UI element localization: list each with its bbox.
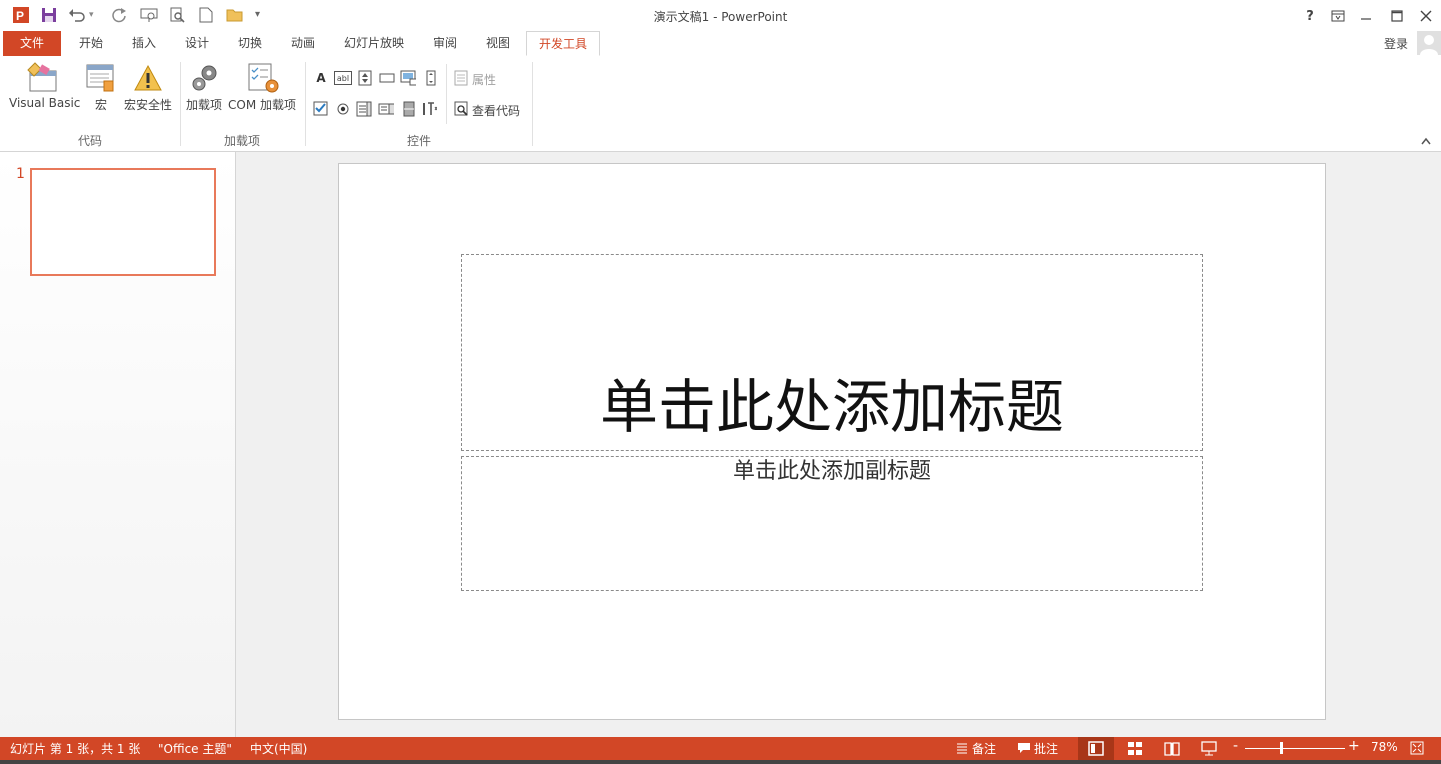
maximize-icon[interactable] bbox=[1385, 5, 1409, 27]
visual-basic-icon bbox=[26, 62, 60, 94]
more-controls-icon[interactable] bbox=[421, 101, 437, 117]
label-control-icon[interactable]: A bbox=[313, 70, 329, 86]
slide-thumbnail-number: 1 bbox=[16, 166, 25, 182]
group-separator bbox=[305, 62, 306, 146]
slide-sorter-view-button[interactable] bbox=[1127, 741, 1143, 760]
group-separator bbox=[532, 62, 533, 146]
properties-icon bbox=[453, 70, 469, 86]
help-icon[interactable]: ? bbox=[1298, 5, 1322, 27]
tab-slideshow[interactable]: 幻灯片放映 bbox=[336, 31, 412, 56]
slideshow-view-button[interactable] bbox=[1201, 741, 1217, 760]
macros-icon bbox=[85, 62, 117, 94]
zoom-in-button[interactable]: + bbox=[1348, 738, 1360, 754]
zoom-out-button[interactable]: - bbox=[1233, 738, 1238, 754]
sign-in-link[interactable]: 登录 bbox=[1384, 35, 1408, 52]
status-bar: 幻灯片 第 1 张，共 1 张 "Office 主题" 中文(中国) 备注 批注… bbox=[0, 737, 1441, 760]
tab-transitions[interactable]: 切换 bbox=[228, 31, 272, 56]
minimize-icon[interactable] bbox=[1354, 5, 1378, 27]
spin-button-control-icon[interactable] bbox=[357, 70, 373, 86]
language-status[interactable]: 中文(中国) bbox=[250, 740, 307, 757]
ribbon-display-options-icon[interactable] bbox=[1326, 5, 1350, 27]
image-control-icon[interactable] bbox=[400, 70, 416, 86]
avatar-icon[interactable] bbox=[1417, 31, 1441, 55]
close-icon[interactable] bbox=[1414, 5, 1438, 27]
visual-basic-button[interactable]: Visual Basic bbox=[9, 96, 80, 110]
toggle-button-control-icon[interactable] bbox=[401, 101, 417, 117]
comments-icon bbox=[1017, 742, 1031, 757]
subtitle-placeholder-text: 单击此处添加副标题 bbox=[732, 459, 931, 484]
combo-box-control-icon[interactable] bbox=[378, 101, 394, 117]
view-code-button[interactable]: 查看代码 bbox=[472, 102, 520, 119]
title-placeholder-text: 单击此处添加标题 bbox=[599, 373, 1064, 441]
slide-thumbnail[interactable] bbox=[30, 168, 216, 276]
slide-count-status: 幻灯片 第 1 张，共 1 张 bbox=[10, 742, 141, 756]
tab-review[interactable]: 审阅 bbox=[423, 31, 467, 56]
notes-button[interactable]: 备注 bbox=[972, 740, 996, 757]
macros-button[interactable]: 宏 bbox=[95, 96, 107, 113]
tab-view[interactable]: 视图 bbox=[476, 31, 520, 56]
zoom-slider-thumb[interactable] bbox=[1280, 742, 1283, 754]
reading-view-button[interactable] bbox=[1164, 741, 1180, 760]
list-box-control-icon[interactable] bbox=[356, 101, 372, 117]
tab-design[interactable]: 设计 bbox=[175, 31, 219, 56]
option-button-control-icon[interactable] bbox=[335, 101, 351, 117]
tab-developer[interactable]: 开发工具 bbox=[526, 31, 600, 56]
textbox-control-icon[interactable]: abl bbox=[334, 71, 352, 85]
macro-security-icon bbox=[133, 64, 163, 92]
group-label-code: 代码 bbox=[77, 134, 102, 148]
comments-button[interactable]: 批注 bbox=[1034, 740, 1058, 757]
tab-insert[interactable]: 插入 bbox=[122, 31, 166, 56]
window-title: 演示文稿1 - PowerPoint bbox=[653, 10, 788, 24]
tab-animations[interactable]: 动画 bbox=[281, 31, 325, 56]
theme-status: "Office 主题" bbox=[158, 742, 232, 756]
zoom-level[interactable]: 78% bbox=[1371, 740, 1398, 754]
group-separator bbox=[180, 62, 181, 146]
group-label-controls: 控件 bbox=[406, 134, 431, 148]
add-ins-button[interactable]: 加载项 bbox=[186, 96, 222, 113]
checkbox-control-icon[interactable] bbox=[313, 101, 329, 117]
view-code-icon bbox=[453, 101, 469, 117]
tab-home[interactable]: 开始 bbox=[70, 31, 112, 56]
group-label-add-ins: 加载项 bbox=[223, 134, 260, 148]
properties-button[interactable]: 属性 bbox=[472, 71, 496, 88]
window-bottom-edge bbox=[0, 760, 1441, 764]
scrollbar-control-icon[interactable] bbox=[423, 70, 439, 86]
notes-icon bbox=[956, 741, 968, 758]
com-add-ins-button[interactable]: COM 加载项 bbox=[228, 96, 296, 113]
com-add-ins-icon bbox=[247, 62, 281, 94]
normal-view-button[interactable] bbox=[1078, 737, 1114, 760]
tab-file[interactable]: 文件 bbox=[3, 31, 61, 56]
macro-security-button[interactable]: 宏安全性 bbox=[124, 96, 172, 113]
fit-slide-to-window-icon[interactable] bbox=[1410, 741, 1424, 758]
zoom-slider-track[interactable] bbox=[1245, 748, 1345, 749]
add-ins-icon bbox=[190, 62, 220, 94]
controls-divider bbox=[446, 64, 447, 124]
command-button-control-icon[interactable] bbox=[379, 70, 395, 86]
collapse-ribbon-icon[interactable] bbox=[1420, 136, 1432, 149]
